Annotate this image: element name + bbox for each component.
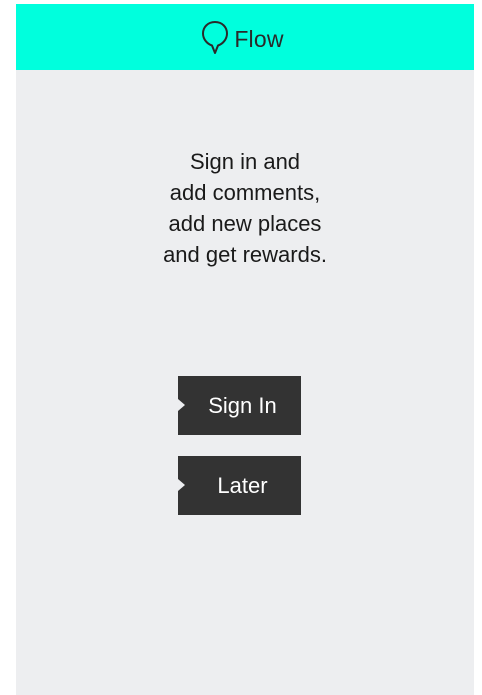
app-bar: Flow bbox=[16, 4, 474, 70]
prompt-line: add new places bbox=[168, 211, 322, 236]
app-brand: Flow bbox=[200, 17, 283, 57]
later-button-label: Later bbox=[217, 472, 268, 498]
app-screen: Flow Sign in and add comments, add new p… bbox=[16, 4, 474, 695]
map-pin-icon bbox=[202, 21, 229, 54]
button-notch bbox=[178, 399, 185, 411]
prompt-line: Sign in and bbox=[189, 149, 301, 174]
prompt-line: add comments, bbox=[169, 180, 321, 205]
sign-in-button[interactable]: Sign In bbox=[178, 376, 301, 435]
prompt-line: and get rewards. bbox=[163, 242, 327, 267]
sign-in-prompt: Sign in and add comments, add new places… bbox=[16, 146, 474, 270]
sign-in-button-label: Sign In bbox=[208, 392, 277, 418]
app-title: Flow bbox=[234, 25, 284, 52]
button-notch bbox=[178, 479, 185, 491]
later-button[interactable]: Later bbox=[178, 456, 301, 515]
